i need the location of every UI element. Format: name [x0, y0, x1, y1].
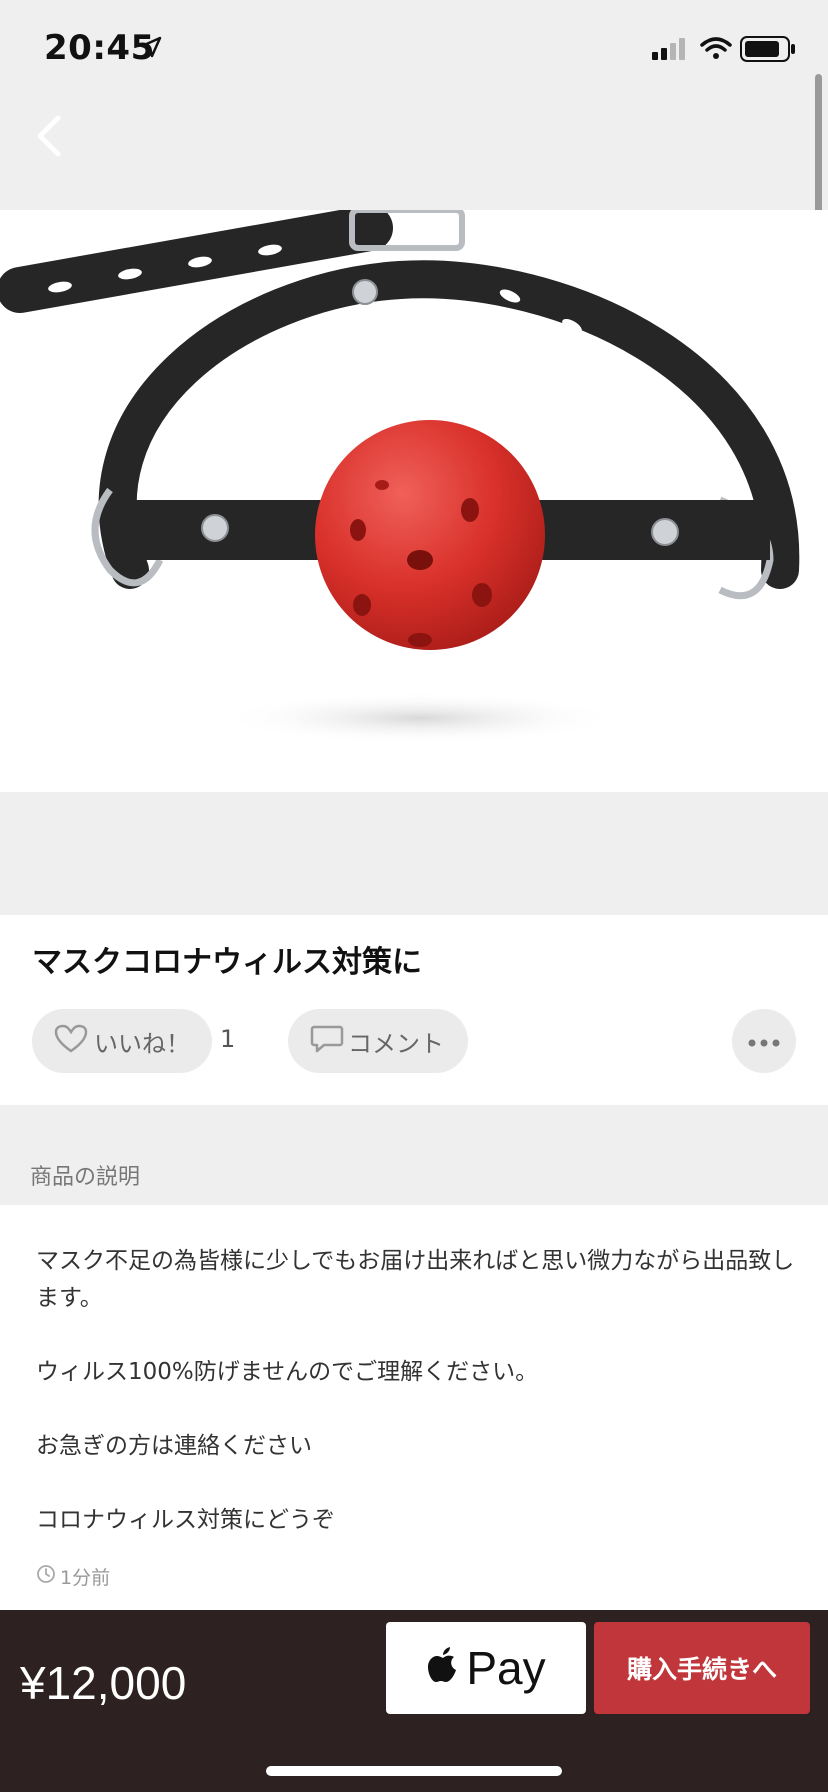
description-text: マスク不足の為皆様に少しでもお届け出来ればと思い微力ながら出品致します。 ウィル…	[36, 1248, 795, 1533]
product-title: マスクコロナウィルス対策に	[32, 945, 422, 980]
clock-icon	[36, 1564, 56, 1589]
chevron-left-icon	[34, 114, 62, 162]
apple-pay-button[interactable]: Pay	[386, 1622, 586, 1714]
apple-pay-label: Pay	[466, 1642, 546, 1694]
apple-logo-icon	[426, 1646, 460, 1690]
wifi-icon	[700, 36, 732, 64]
battery-icon	[740, 36, 796, 66]
purchase-footer: ¥12,000 Pay 購入手続きへ	[0, 1610, 828, 1792]
back-button[interactable]	[18, 108, 78, 168]
title-section: マスクコロナウィルス対策に いいね！ 1 コメント	[0, 915, 828, 1105]
status-bar: 20:45	[0, 0, 828, 100]
like-button[interactable]: いいね！	[32, 1009, 212, 1073]
purchase-label: 購入手続きへ	[626, 1655, 777, 1684]
timestamp-text: 1分前	[60, 1567, 111, 1589]
like-count: 1	[220, 1025, 236, 1053]
section-header-label: 商品の説明	[30, 1165, 141, 1190]
description-section-header: 商品の説明	[0, 1105, 828, 1205]
price: ¥12,000	[20, 1657, 187, 1709]
product-image[interactable]	[0, 210, 828, 792]
nav-bar	[0, 100, 828, 210]
heart-icon	[54, 1024, 88, 1058]
timestamp: 1分前	[36, 1563, 110, 1590]
like-label: いいね！	[94, 1029, 190, 1058]
purchase-button[interactable]: 購入手続きへ	[594, 1622, 810, 1714]
signal-icon	[652, 38, 690, 64]
comment-label: コメント	[348, 1029, 444, 1058]
more-button[interactable]	[732, 1009, 796, 1073]
description: マスク不足の為皆様に少しでもお届け出来ればと思い微力ながら出品致します。 ウィル…	[0, 1205, 828, 1605]
location-arrow-icon	[140, 36, 162, 62]
image-gap	[0, 792, 828, 915]
comment-button[interactable]: コメント	[288, 1009, 468, 1073]
status-time: 20:45	[44, 28, 155, 68]
home-indicator	[266, 1766, 562, 1776]
comment-bubble-icon	[310, 1024, 344, 1058]
more-dots-icon	[748, 1032, 780, 1051]
